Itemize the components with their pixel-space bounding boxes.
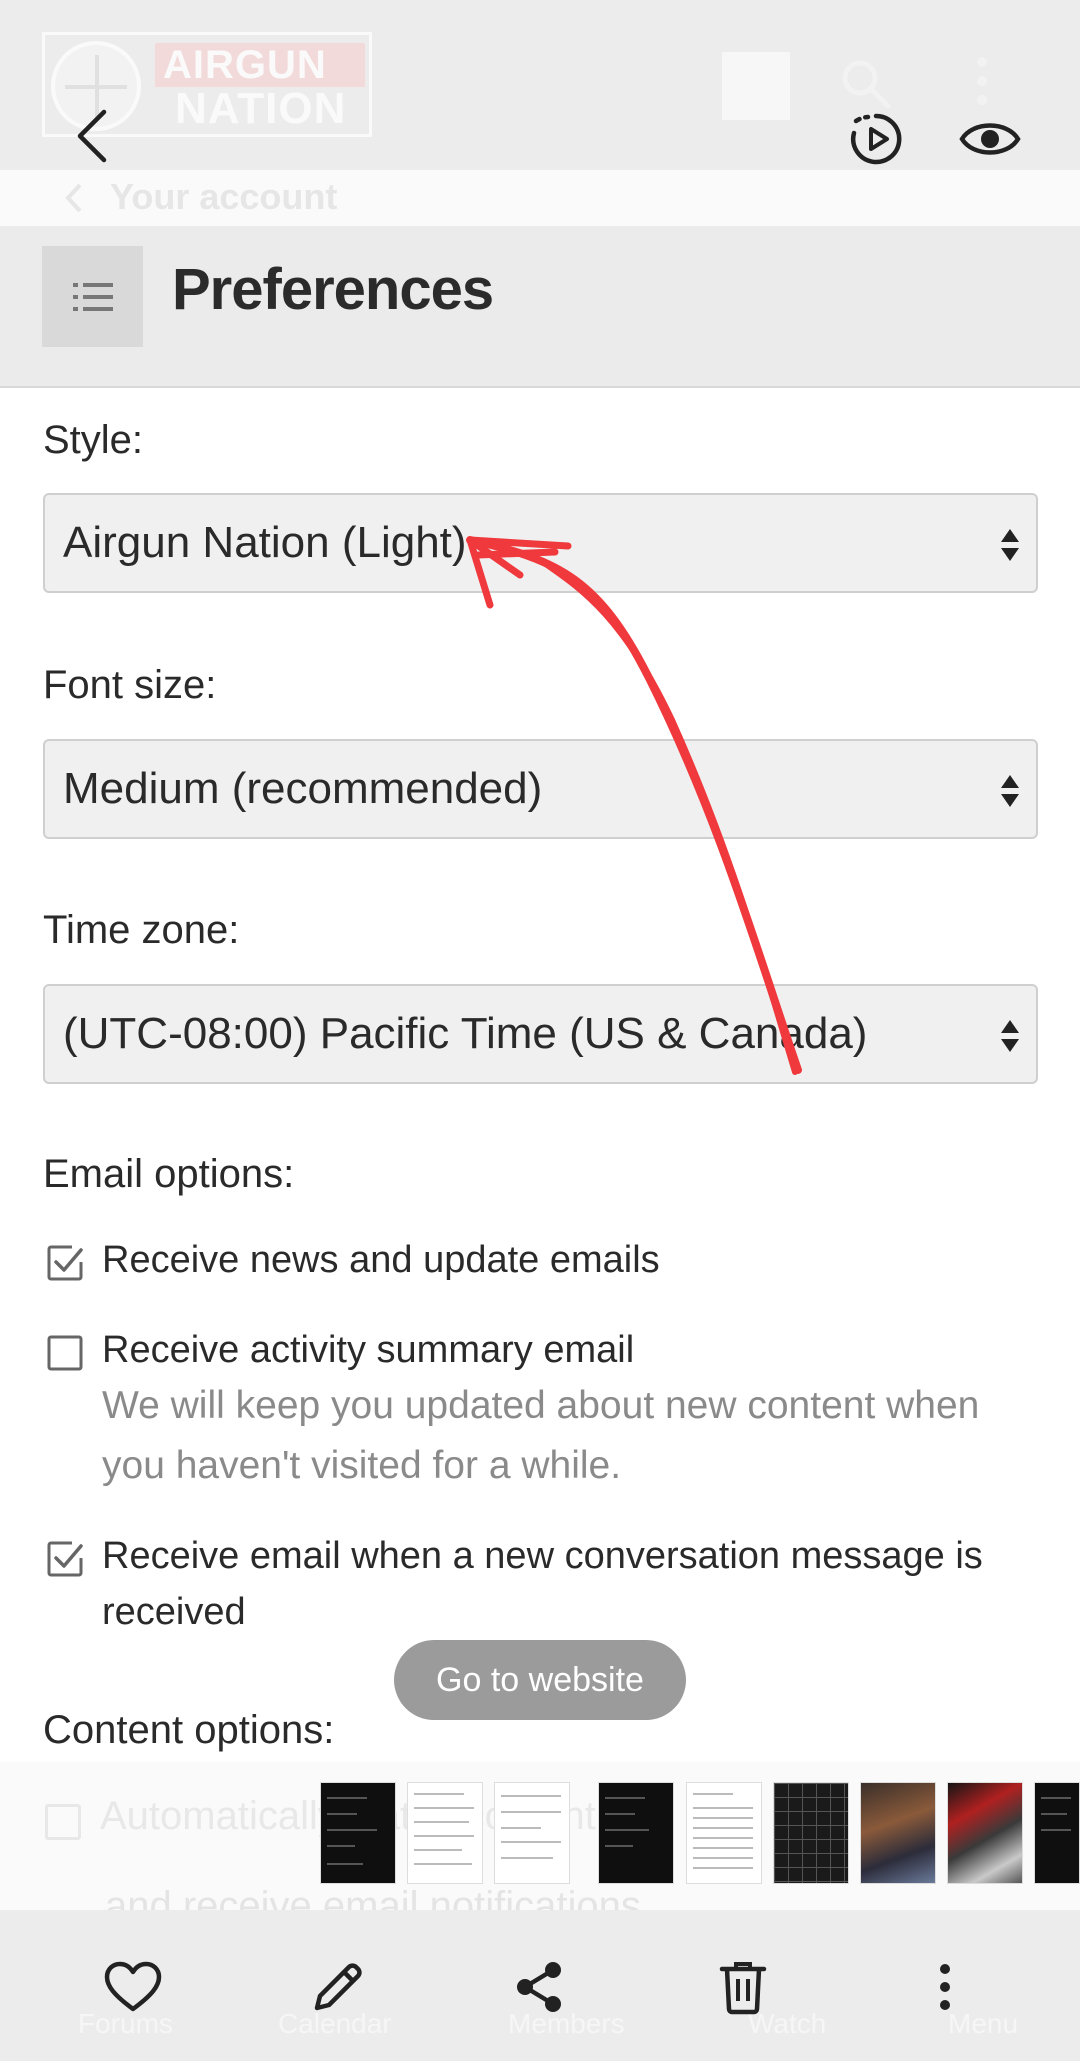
viewer-top-bar: AIRGUN NATION (0, 0, 1080, 170)
gallery-thumbnail[interactable] (494, 1782, 570, 1884)
gallery-thumbnail[interactable] (947, 1782, 1023, 1884)
faded-search-icon (842, 60, 891, 109)
page-title: Preferences (172, 257, 494, 322)
font-size-select[interactable]: Medium (recommended) (43, 739, 1038, 839)
chevron-left-icon (65, 183, 82, 213)
gallery-thumbnail[interactable] (773, 1782, 849, 1884)
font-size-label: Font size: (43, 663, 217, 707)
viewer-bottom-bar: Forums Calendar Members Watch Menu (0, 1910, 1080, 2061)
edit-button[interactable] (303, 1952, 373, 2022)
breadcrumb[interactable]: Your account (0, 170, 1080, 226)
logo-text-top: AIRGUN (155, 43, 365, 87)
motion-photo-icon (851, 113, 902, 165)
side-menu-button[interactable] (42, 246, 143, 347)
logo-text-bottom: NATION (175, 84, 347, 133)
style-select-value: Airgun Nation (Light) (63, 518, 467, 567)
favorite-button[interactable] (98, 1952, 168, 2022)
faded-checkbox (45, 1804, 81, 1840)
style-label: Style: (43, 418, 144, 462)
more-vertical-icon (940, 1964, 950, 2010)
faded-avatar (722, 52, 790, 120)
list-menu-icon (72, 282, 113, 311)
delete-button[interactable] (708, 1952, 778, 2022)
select-arrows-icon (1001, 1020, 1019, 1052)
select-arrows-icon (1001, 529, 1019, 561)
checkbox-label: Receive email when a new conversation me… (102, 1535, 983, 1633)
share-icon (517, 1962, 561, 2012)
style-select[interactable]: Airgun Nation (Light) (43, 493, 1038, 593)
content-options-label: Content options: (43, 1708, 335, 1752)
gallery-thumbnail[interactable] (1034, 1782, 1080, 1884)
checkbox-unchecked-icon[interactable] (46, 1334, 84, 1372)
faded-more-icon (977, 57, 987, 105)
pencil-icon (314, 1963, 362, 2011)
time-zone-label: Time zone: (43, 908, 240, 952)
checkbox-label: Receive news and update emails (102, 1239, 660, 1281)
font-size-select-value: Medium (recommended) (63, 764, 543, 813)
checkbox-hint: We will keep you updated about new conte… (102, 1384, 980, 1487)
gallery-thumbnail[interactable] (686, 1782, 762, 1884)
go-to-website-button[interactable]: Go to website (394, 1640, 686, 1720)
checkbox-label: Receive activity summary email (102, 1329, 635, 1371)
time-zone-select-value: (UTC-08:00) Pacific Time (US & Canada) (63, 1009, 868, 1058)
page-header: Preferences (0, 226, 1080, 388)
gallery-thumbnail[interactable] (860, 1782, 936, 1884)
select-arrows-icon (1001, 775, 1019, 807)
gallery-thumbnail[interactable] (407, 1782, 483, 1884)
gallery-thumbnail[interactable] (598, 1782, 674, 1884)
back-button[interactable] (62, 100, 122, 172)
breadcrumb-label: Your account (110, 176, 338, 217)
motion-photo-button[interactable] (842, 105, 910, 173)
time-zone-select[interactable]: (UTC-08:00) Pacific Time (US & Canada) (43, 984, 1038, 1084)
eye-icon (959, 123, 1021, 155)
heart-icon (104, 1961, 162, 2012)
gallery-thumbnail[interactable] (320, 1782, 396, 1884)
view-button[interactable] (955, 108, 1025, 170)
checkbox-checked-icon[interactable] (46, 1244, 84, 1282)
back-arrow-icon (77, 109, 107, 163)
email-options-label: Email options: (43, 1152, 295, 1196)
share-button[interactable] (505, 1952, 575, 2022)
trash-icon (719, 1962, 767, 2015)
checkbox-checked-icon[interactable] (46, 1540, 84, 1578)
more-options-button[interactable] (910, 1952, 980, 2022)
